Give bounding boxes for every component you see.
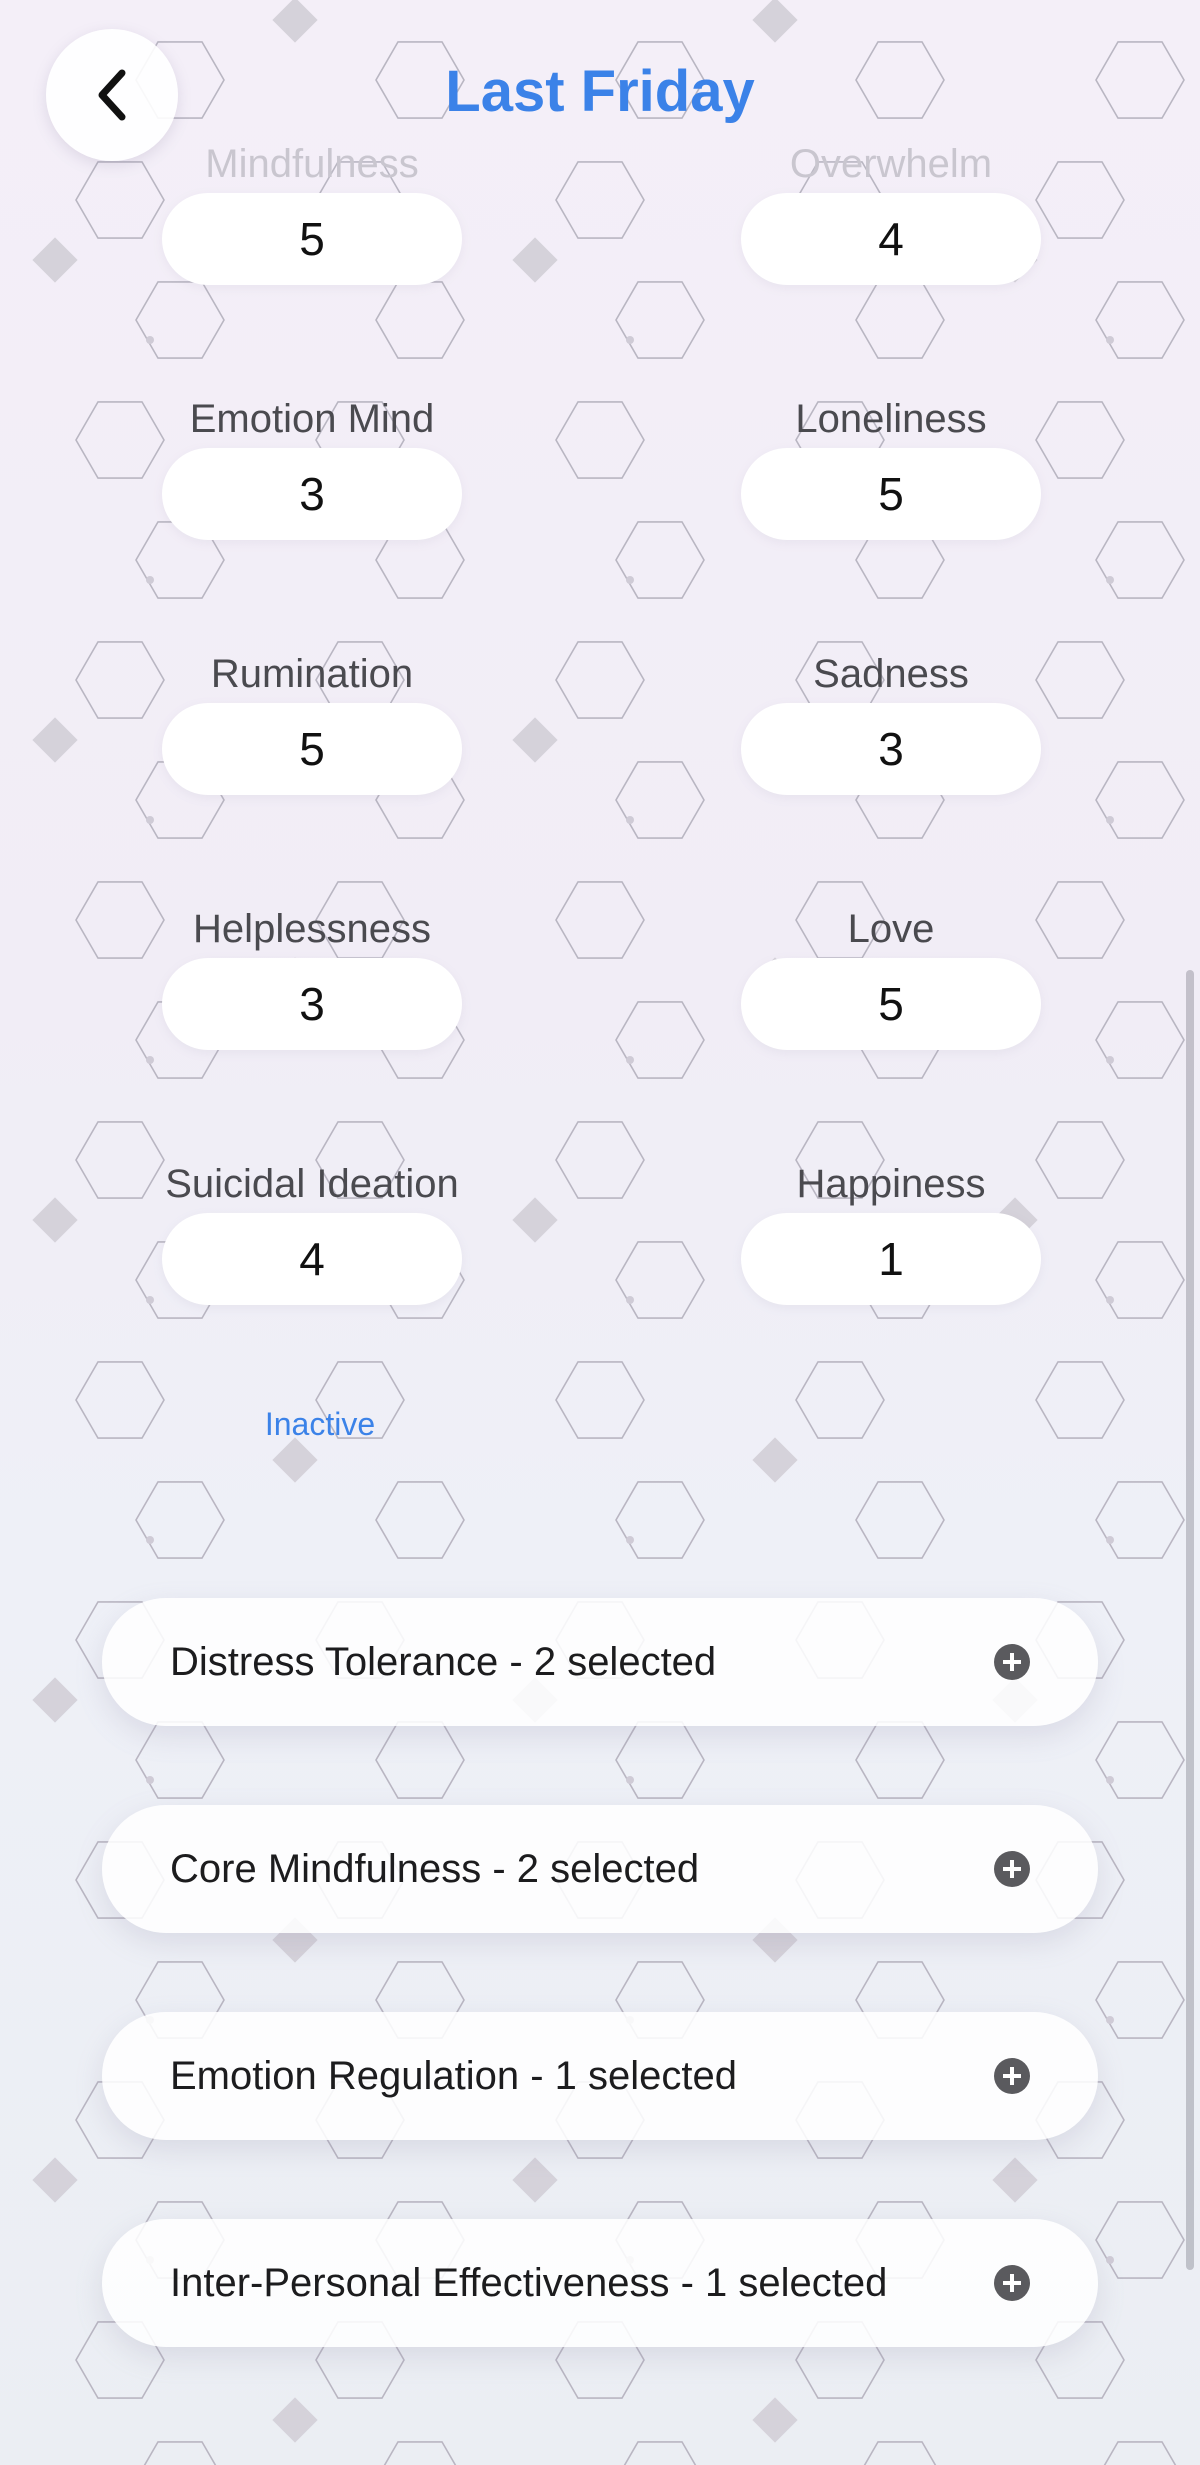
page: Last Friday Mindfulness 5 Overwhelm 4 Em…: [0, 0, 1200, 2465]
metric-emotion-mind: Emotion Mind 3: [162, 396, 462, 540]
metric-helplessness: Helplessness 3: [162, 906, 462, 1050]
metric-suicidal-ideation: Suicidal Ideation 4: [162, 1161, 462, 1305]
metric-label: Loneliness: [795, 397, 987, 441]
metric-label: Rumination: [210, 652, 414, 696]
plus-circle-icon[interactable]: [994, 1644, 1030, 1680]
plus-circle-icon[interactable]: [994, 1851, 1030, 1887]
metric-sadness: Sadness 3: [741, 651, 1041, 795]
skill-group-emotion-regulation[interactable]: Emotion Regulation - 1 selected: [102, 2012, 1098, 2140]
plus-circle-icon[interactable]: [994, 2265, 1030, 2301]
metric-label: Happiness: [796, 1162, 986, 1206]
skill-group-label: Inter-Personal Effectiveness - 1 selecte…: [170, 2261, 888, 2305]
skill-group-interpersonal-effectiveness[interactable]: Inter-Personal Effectiveness - 1 selecte…: [102, 2219, 1098, 2347]
metric-value[interactable]: 5: [741, 958, 1041, 1050]
skill-group-label: Distress Tolerance - 2 selected: [170, 1640, 717, 1684]
metric-label: Love: [847, 907, 935, 951]
metric-value[interactable]: 5: [741, 448, 1041, 540]
metric-loneliness: Loneliness 5: [741, 396, 1041, 540]
skill-group-label: Core Mindfulness - 2 selected: [170, 1847, 700, 1891]
metric-love: Love 5: [741, 906, 1041, 1050]
metric-overwhelm: Overwhelm 4: [741, 141, 1041, 285]
skill-group-distress-tolerance[interactable]: Distress Tolerance - 2 selected: [102, 1598, 1098, 1726]
metric-value[interactable]: 1: [741, 1213, 1041, 1305]
scrollbar[interactable]: [1186, 970, 1194, 2270]
metric-rumination: Rumination 5: [162, 651, 462, 795]
metric-value[interactable]: 3: [162, 958, 462, 1050]
plus-circle-icon[interactable]: [994, 2058, 1030, 2094]
metric-mindfulness: Mindfulness 5: [162, 141, 462, 285]
metric-label: Sadness: [813, 652, 969, 696]
metric-value[interactable]: 3: [162, 448, 462, 540]
metric-value[interactable]: 4: [162, 1213, 462, 1305]
skill-group-label: Emotion Regulation - 1 selected: [170, 2054, 737, 2098]
metric-happiness: Happiness 1: [741, 1161, 1041, 1305]
metric-value[interactable]: 5: [162, 703, 462, 795]
metric-label: Mindfulness: [205, 142, 419, 186]
inactive-link[interactable]: Inactive: [170, 1406, 470, 1443]
metric-label: Emotion Mind: [189, 397, 435, 441]
metric-label: Suicidal Ideation: [165, 1162, 459, 1206]
metric-label: Helplessness: [193, 907, 431, 951]
page-title: Last Friday: [445, 59, 755, 124]
skill-group-core-mindfulness[interactable]: Core Mindfulness - 2 selected: [102, 1805, 1098, 1933]
metric-value[interactable]: 5: [162, 193, 462, 285]
metric-label: Overwhelm: [789, 142, 993, 186]
metric-value[interactable]: 3: [741, 703, 1041, 795]
metric-value[interactable]: 4: [741, 193, 1041, 285]
